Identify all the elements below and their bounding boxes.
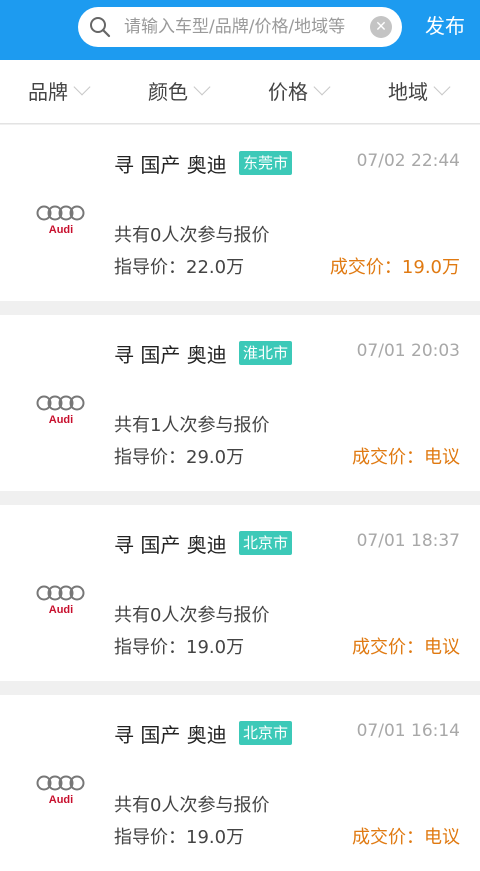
search-bar[interactable]: 请输入车型/品牌/价格/地域等 ✕ — [78, 7, 402, 47]
listing-time: 07/02 22:44 — [356, 151, 460, 171]
bidder-count: 共有0人次参与报价 — [114, 795, 270, 816]
audi-logo-icon: Audi — [36, 775, 85, 806]
filter-bar: 品牌 颜色 价格 地域 — [0, 60, 480, 124]
filter-region[interactable]: 地域 — [388, 60, 451, 124]
filter-label: 价格 — [268, 80, 308, 104]
chevron-down-icon — [313, 78, 331, 96]
logo-text: Audi — [49, 414, 73, 426]
audi-logo-icon: Audi — [36, 205, 85, 236]
search-icon — [90, 17, 111, 38]
listing-title: 寻 国产 奥迪 — [114, 723, 227, 747]
city-badge: 北京市 — [239, 721, 293, 745]
listing-title: 寻 国产 奥迪 — [114, 343, 227, 367]
guide-price: 指导价：19.0万 — [114, 827, 245, 848]
listing-time: 07/01 18:37 — [356, 531, 460, 551]
deal-price: 成交价：电议 — [352, 447, 460, 468]
bidder-count: 共有0人次参与报价 — [114, 225, 270, 246]
filter-label: 地域 — [388, 80, 428, 104]
audi-logo-icon: Audi — [36, 585, 85, 616]
deal-price: 成交价：19.0万 — [329, 257, 460, 278]
listing-time: 07/01 20:03 — [356, 341, 460, 361]
deal-price: 成交价：电议 — [352, 637, 460, 658]
clear-icon[interactable]: ✕ — [370, 16, 392, 38]
listing-title: 寻 国产 奥迪 — [114, 153, 227, 177]
logo-text: Audi — [49, 224, 73, 236]
listing-time: 07/01 16:14 — [356, 721, 460, 741]
listing-title: 寻 国产 奥迪 — [114, 533, 227, 557]
listing-card[interactable]: Audi 寻 国产 奥迪 东莞市 07/02 22:44 共有0人次参与报价 指… — [0, 125, 480, 301]
guide-price: 指导价：29.0万 — [114, 447, 245, 468]
bidder-count: 共有0人次参与报价 — [114, 605, 270, 626]
bidder-count: 共有1人次参与报价 — [114, 415, 270, 436]
guide-price: 指导价：19.0万 — [114, 637, 245, 658]
filter-brand[interactable]: 品牌 — [28, 60, 91, 124]
audi-logo-icon: Audi — [36, 395, 85, 426]
filter-price[interactable]: 价格 — [268, 60, 331, 124]
publish-button[interactable]: 发布 — [418, 0, 472, 52]
listing-card[interactable]: Audi 寻 国产 奥迪 北京市 07/01 16:14 共有0人次参与报价 指… — [0, 695, 480, 871]
chevron-down-icon — [193, 78, 211, 96]
chevron-down-icon — [73, 78, 91, 96]
search-placeholder[interactable]: 请输入车型/品牌/价格/地域等 — [124, 7, 345, 47]
logo-text: Audi — [49, 604, 73, 616]
city-badge: 北京市 — [239, 531, 293, 555]
chevron-down-icon — [433, 78, 451, 96]
listing-card[interactable]: Audi 寻 国产 奥迪 北京市 07/01 18:37 共有0人次参与报价 指… — [0, 505, 480, 681]
guide-price: 指导价：22.0万 — [114, 257, 245, 278]
filter-label: 品牌 — [28, 80, 68, 104]
city-badge: 淮北市 — [239, 341, 293, 365]
listing-card[interactable]: Audi 寻 国产 奥迪 淮北市 07/01 20:03 共有1人次参与报价 指… — [0, 315, 480, 491]
logo-text: Audi — [49, 794, 73, 806]
filter-label: 颜色 — [148, 80, 188, 104]
top-bar: 请输入车型/品牌/价格/地域等 ✕ 发布 — [0, 0, 480, 60]
filter-color[interactable]: 颜色 — [148, 60, 211, 124]
city-badge: 东莞市 — [239, 151, 293, 175]
deal-price: 成交价：电议 — [352, 827, 460, 848]
